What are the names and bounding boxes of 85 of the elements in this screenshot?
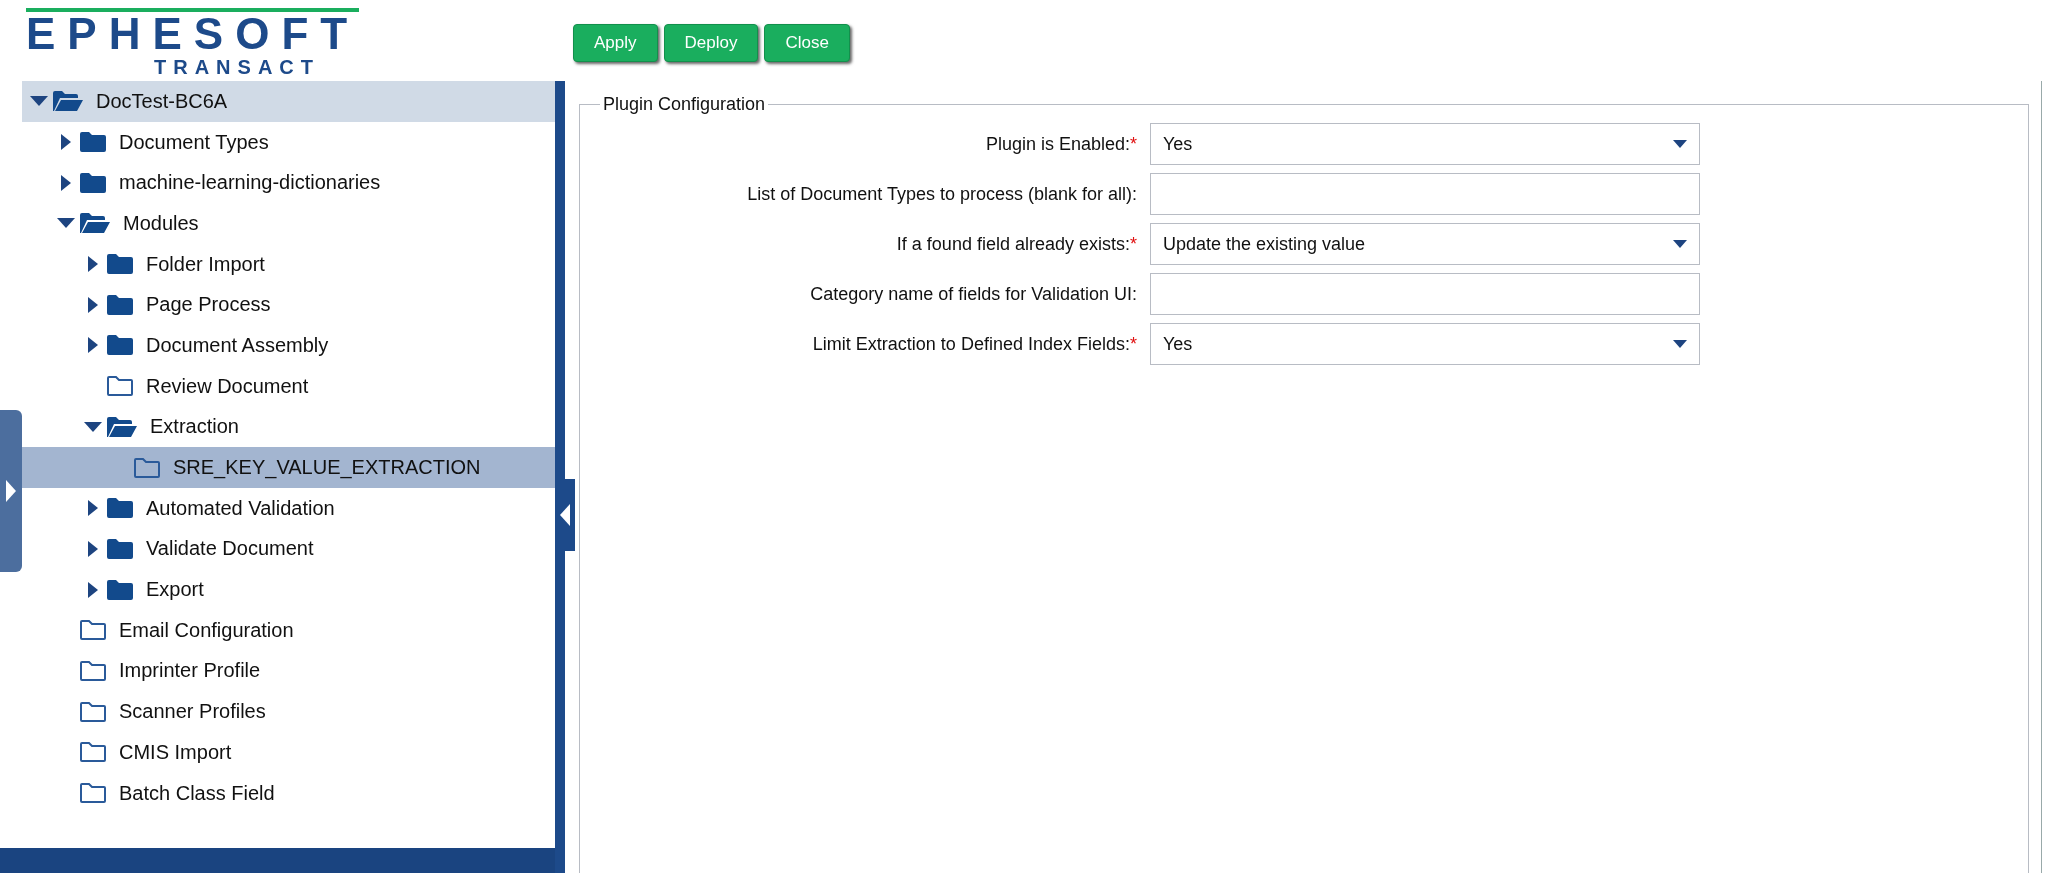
folder-icon [133,456,161,479]
collapse-arrow-icon [559,503,571,527]
collapse-arrow-icon[interactable] [55,217,76,230]
folder-icon [106,537,134,560]
tree-item[interactable]: Batch Class Field [22,772,555,814]
expand-arrow-icon[interactable] [86,499,99,518]
tree-item[interactable]: Validate Document [22,528,555,570]
expand-arrow-icon[interactable] [59,173,72,192]
folder-icon [106,497,134,520]
tree-item-label: DocTest-BC6A [96,89,228,113]
tree-item-label: Validate Document [146,537,314,561]
dropdown-caret-icon [1673,140,1687,148]
tree-root-row[interactable]: DocTest-BC6A [22,81,555,122]
folder-icon [106,578,134,601]
input-field[interactable] [1150,273,1700,315]
tree-item-label: Document Assembly [146,333,329,357]
tree-item-label: Export [146,578,204,602]
collapse-arrow-icon[interactable] [82,420,103,433]
dropdown-field[interactable]: Yes [1150,123,1700,165]
tree-item-label: CMIS Import [119,740,232,764]
tree-item[interactable]: Page Process [22,284,555,326]
tree-item-label: Review Document [146,374,309,398]
field-label: List of Document Types to process (blank for all): [747,183,1137,205]
expand-arrow-icon[interactable] [86,336,99,355]
side-expand-tab[interactable] [0,410,22,572]
folder-icon [106,334,134,357]
tree-item[interactable]: Email Configuration [22,609,555,651]
collapse-panel-tab[interactable] [555,479,575,551]
field-label: Limit Extraction to Defined Index Fields:* [812,333,1137,355]
folder-icon [79,171,107,194]
panel-title: Plugin Configuration [602,94,767,115]
tree-item[interactable]: Folder Import [22,243,555,285]
field-label: Plugin is Enabled:* [985,133,1137,155]
tree-item-label: Email Configuration [119,618,294,642]
logo-product-name: TRANSACT [154,56,321,78]
expand-arrow-icon[interactable] [86,255,99,274]
folder-icon [79,131,107,154]
field-label: Category name of fields for Validation UI: [810,283,1137,305]
expand-arrow-icon [5,479,17,503]
folder-icon [79,782,107,805]
logo-wordmark: EPHESOFT [26,8,360,56]
tree-item-label: Extraction [150,415,239,439]
expand-arrow-icon[interactable] [59,133,72,152]
tree-item-label: machine-learning-dictionaries [119,171,381,195]
folder-icon [106,375,134,398]
dropdown-caret-icon [1673,340,1687,348]
folder-icon [79,619,107,642]
dropdown-field[interactable]: Update the existing value [1150,223,1700,265]
tree-item[interactable]: Modules [22,203,555,244]
tree-item-label: Automated Validation [146,496,335,520]
folder-icon [52,90,84,113]
dropdown-caret-icon [1673,240,1687,248]
tree-item-label: Batch Class Field [119,781,275,805]
input-field[interactable] [1150,173,1700,215]
expand-arrow-icon[interactable] [86,580,99,599]
tree-item[interactable]: Extraction [22,406,555,448]
tree-item[interactable]: Scanner Profiles [22,691,555,732]
tree-item[interactable]: Document Types [22,121,555,163]
folder-icon [79,659,107,682]
folder-icon [79,741,107,764]
expand-arrow-icon[interactable] [86,295,99,314]
folder-icon [106,253,134,276]
tree-item[interactable]: CMIS Import [22,732,555,773]
tree-item-label: Scanner Profiles [119,700,266,724]
tree-item-label: Modules [123,211,199,235]
folder-icon [79,700,107,723]
tree-item[interactable]: SRE_KEY_VALUE_EXTRACTION [22,447,555,488]
tree-item-label: Imprinter Profile [119,659,261,683]
tree-item-label: Page Process [146,293,271,317]
folder-icon [106,293,134,316]
tree-item[interactable]: Automated Validation [22,487,555,529]
tree-item[interactable]: machine-learning-dictionaries [22,162,555,204]
tree-item-label: SRE_KEY_VALUE_EXTRACTION [173,456,481,480]
dropdown-field[interactable]: Yes [1150,323,1700,365]
tree-item[interactable]: Imprinter Profile [22,650,555,692]
tree-item[interactable]: Document Assembly [22,325,555,366]
tree-item[interactable]: Export [22,569,555,610]
collapse-arrow-icon[interactable] [28,95,49,108]
tree-item-label: Folder Import [146,252,265,276]
tree-item[interactable]: Review Document [22,365,555,407]
expand-arrow-icon[interactable] [86,539,99,558]
field-label: If a found field already exists:* [896,233,1137,255]
folder-icon [106,415,138,438]
folder-icon [79,212,111,235]
tree-item-label: Document Types [119,130,269,154]
